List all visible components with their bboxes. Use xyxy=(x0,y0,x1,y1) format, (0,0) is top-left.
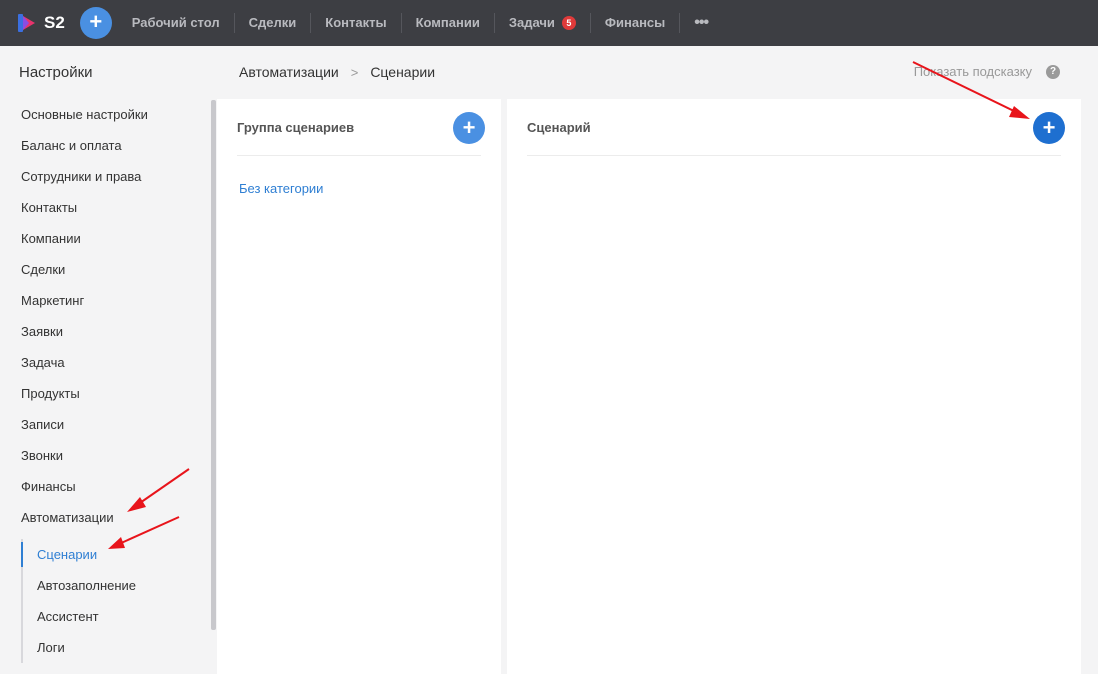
sidebar-item-calls[interactable]: Звонки xyxy=(21,445,148,476)
nav-item-tasks[interactable]: Задачи 5 xyxy=(495,13,591,33)
sidebar-item-employees[interactable]: Сотрудники и права xyxy=(21,166,148,197)
nav-item-contacts[interactable]: Контакты xyxy=(311,13,402,33)
more-dots-icon: ••• xyxy=(694,14,709,31)
nav-item-desktop[interactable]: Рабочий стол xyxy=(118,13,235,33)
sidebar-item-requests[interactable]: Заявки xyxy=(21,321,148,352)
sidebar-title: Настройки xyxy=(19,64,93,81)
breadcrumb-current: Сценарии xyxy=(370,64,436,80)
scenario-groups-header: Группа сценариев + xyxy=(237,99,485,156)
settings-sidebar: Настройки Основные настройки Баланс и оп… xyxy=(0,46,217,674)
sidebar-item-task[interactable]: Задача xyxy=(21,352,148,383)
nav-more-button[interactable]: ••• xyxy=(680,13,722,33)
sidebar-scrollbar[interactable] xyxy=(211,100,216,630)
nav-item-companies[interactable]: Компании xyxy=(402,13,495,33)
logo[interactable]: S2 xyxy=(16,12,65,34)
nav-label: Сделки xyxy=(248,15,297,30)
nav-item-deals[interactable]: Сделки xyxy=(235,13,312,33)
sidebar-subitem-autofill[interactable]: Автозаполнение xyxy=(23,570,136,601)
show-hint-label: Показать подсказку xyxy=(913,64,1032,79)
sidebar-subitem-scenarios[interactable]: Сценарии xyxy=(20,539,136,570)
nav-label: Рабочий стол xyxy=(131,15,220,30)
sidebar-item-products[interactable]: Продукты xyxy=(21,383,148,414)
sidebar-subitem-assistant[interactable]: Ассистент xyxy=(23,601,136,632)
sidebar-item-contacts[interactable]: Контакты xyxy=(21,197,148,228)
scenarios-panel: Сценарий + xyxy=(507,99,1081,674)
sidebar-subitem-logs[interactable]: Логи xyxy=(23,632,136,663)
scenario-groups-panel: Группа сценариев + Без категории xyxy=(217,99,501,674)
category-uncategorized[interactable]: Без категории xyxy=(239,181,323,196)
right-edge-strip xyxy=(1087,46,1098,674)
top-bar: S2 + Рабочий стол Сделки Контакты Компан… xyxy=(0,0,1098,46)
sidebar-item-companies[interactable]: Компании xyxy=(21,228,148,259)
breadcrumb-parent[interactable]: Автоматизации xyxy=(239,64,339,80)
sidebar-item-deals[interactable]: Сделки xyxy=(21,259,148,290)
add-scenario-button[interactable]: + xyxy=(1033,112,1065,144)
nav-label: Финансы xyxy=(604,15,666,30)
sidebar-item-marketing[interactable]: Маркетинг xyxy=(21,290,148,321)
sidebar-item-billing[interactable]: Баланс и оплата xyxy=(21,135,148,166)
automations-submenu: Сценарии Автозаполнение Ассистент Логи xyxy=(20,539,136,663)
global-add-button[interactable]: + xyxy=(79,7,112,39)
sidebar-item-automations[interactable]: Автоматизации xyxy=(21,507,148,538)
sidebar-item-records[interactable]: Записи xyxy=(21,414,148,445)
settings-menu: Основные настройки Баланс и оплата Сотру… xyxy=(21,104,148,538)
sidebar-item-finance[interactable]: Финансы xyxy=(21,476,148,507)
top-nav: Рабочий стол Сделки Контакты Компании За… xyxy=(118,0,722,46)
sidebar-item-general[interactable]: Основные настройки xyxy=(21,104,148,135)
scenarios-header: Сценарий + xyxy=(527,99,1065,156)
show-hint-link[interactable]: Показать подсказку ? xyxy=(914,64,1060,79)
nav-label: Задачи xyxy=(508,15,555,30)
logo-icon xyxy=(18,14,35,32)
nav-label: Компании xyxy=(415,15,480,30)
tasks-count-badge: 5 xyxy=(561,16,576,30)
add-scenario-group-button[interactable]: + xyxy=(453,112,485,144)
breadcrumb: Автоматизации > Сценарии xyxy=(239,64,435,80)
scenarios-title: Сценарий xyxy=(527,120,591,135)
breadcrumb-separator: > xyxy=(350,64,359,80)
nav-label: Контакты xyxy=(325,15,387,30)
scenario-groups-title: Группа сценариев xyxy=(237,120,355,135)
help-icon[interactable]: ? xyxy=(1046,64,1060,79)
logo-text: S2 xyxy=(44,13,65,32)
nav-item-finance[interactable]: Финансы xyxy=(591,13,681,33)
